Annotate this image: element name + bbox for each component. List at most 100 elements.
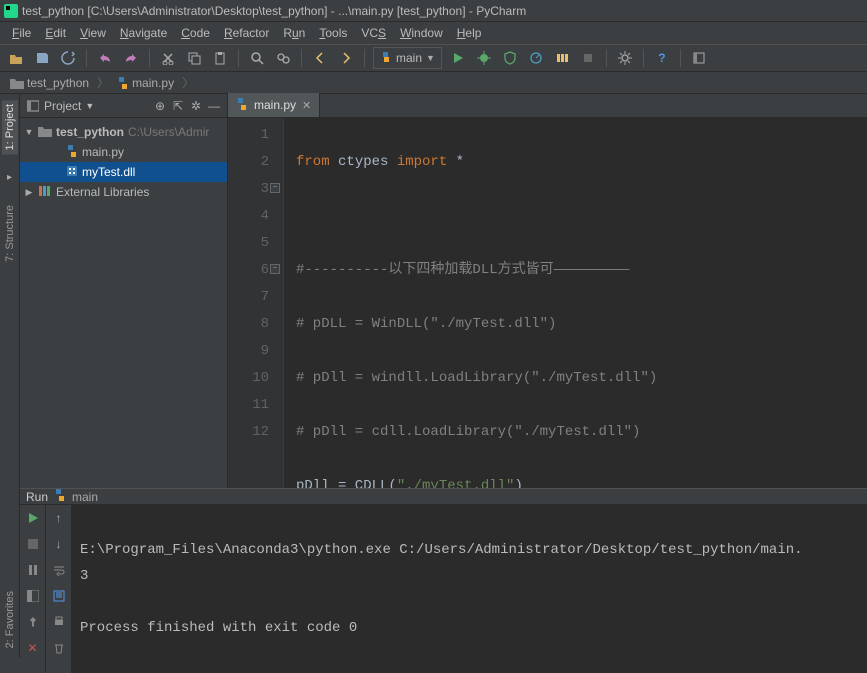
- run-config-name[interactable]: main: [72, 490, 98, 504]
- menu-view[interactable]: View: [74, 24, 112, 42]
- undo-icon[interactable]: [95, 48, 115, 68]
- soft-wrap-icon[interactable]: [50, 561, 68, 579]
- caret-right-icon[interactable]: ▶: [24, 187, 34, 198]
- close-icon[interactable]: ✕: [302, 99, 311, 112]
- toolbar-separator: [606, 49, 607, 67]
- tree-external-libraries[interactable]: ▶ External Libraries: [20, 182, 227, 202]
- toolbar-separator: [149, 49, 150, 67]
- fold-icon[interactable]: −: [270, 183, 280, 193]
- side-tab-favorites[interactable]: 2: Favorites: [2, 587, 18, 652]
- run-output-rail: ↑ ↓: [46, 505, 72, 673]
- chevron-down-icon[interactable]: ▼: [85, 101, 94, 111]
- folder-icon: [10, 77, 24, 89]
- console-line: Process finished with exit code 0: [80, 620, 357, 636]
- print-icon[interactable]: [50, 613, 68, 631]
- sync-icon[interactable]: [58, 48, 78, 68]
- side-tab-structure[interactable]: 7: Structure: [2, 201, 18, 266]
- menu-run[interactable]: Run: [277, 24, 311, 42]
- gutter-line[interactable]: 2: [232, 149, 269, 176]
- run-config-selector[interactable]: main ▼: [373, 47, 442, 69]
- menu-bar: File Edit View Navigate Code Refactor Ru…: [0, 22, 867, 44]
- open-icon[interactable]: [6, 48, 26, 68]
- toolbar-separator: [364, 49, 365, 67]
- editor-tabs: main.py ✕: [228, 94, 867, 118]
- tree-root[interactable]: ▼ test_python C:\Users\Admir: [20, 122, 227, 142]
- gutter-line[interactable]: 11: [232, 392, 269, 419]
- menu-edit[interactable]: Edit: [39, 24, 72, 42]
- menu-help[interactable]: Help: [451, 24, 488, 42]
- gutter-line[interactable]: 9: [232, 338, 269, 365]
- profile-icon[interactable]: [526, 48, 546, 68]
- close-icon[interactable]: ✕: [24, 639, 42, 657]
- up-icon[interactable]: ↑: [50, 509, 68, 527]
- menu-vcs[interactable]: VCS: [355, 24, 392, 42]
- down-icon[interactable]: ↓: [50, 535, 68, 553]
- hide-icon[interactable]: —: [207, 99, 221, 113]
- project-panel-header: Project ▼ ⊕ ⇱ ✲ —: [20, 94, 227, 118]
- gutter-line[interactable]: 3−: [232, 176, 269, 203]
- editor-tab-main[interactable]: main.py ✕: [228, 93, 320, 117]
- breadcrumb-separator: 〉: [182, 74, 194, 91]
- toolbar-separator: [301, 49, 302, 67]
- find-icon[interactable]: [247, 48, 267, 68]
- gutter-line[interactable]: 5: [232, 230, 269, 257]
- menu-refactor[interactable]: Refactor: [218, 24, 275, 42]
- collapse-icon[interactable]: ▸: [7, 172, 12, 183]
- caret-down-icon[interactable]: ▼: [24, 127, 34, 137]
- layout-icon[interactable]: [24, 587, 42, 605]
- fold-icon[interactable]: −: [270, 264, 280, 274]
- scientific-mode-icon[interactable]: [689, 48, 709, 68]
- forward-icon[interactable]: [336, 48, 356, 68]
- menu-code[interactable]: Code: [175, 24, 216, 42]
- toolbar-separator: [680, 49, 681, 67]
- tree-file-dll[interactable]: myTest.dll: [20, 162, 227, 182]
- menu-tools[interactable]: Tools: [313, 24, 353, 42]
- gutter-line[interactable]: 8: [232, 311, 269, 338]
- side-tab-project[interactable]: 1: Project: [2, 100, 18, 154]
- gutter-line[interactable]: 1: [232, 122, 269, 149]
- pause-icon[interactable]: [24, 561, 42, 579]
- rerun-icon[interactable]: [24, 509, 42, 527]
- menu-file[interactable]: File: [6, 24, 37, 42]
- copy-icon[interactable]: [184, 48, 204, 68]
- gutter-line[interactable]: 6−: [232, 257, 269, 284]
- breadcrumb-project[interactable]: test_python: [6, 76, 93, 90]
- toolbar-separator: [238, 49, 239, 67]
- folder-icon: [38, 125, 52, 140]
- gutter-line[interactable]: 12: [232, 419, 269, 446]
- project-view-icon[interactable]: [26, 99, 40, 113]
- run-tab-label[interactable]: Run: [26, 490, 48, 504]
- scroll-to-end-icon[interactable]: [50, 587, 68, 605]
- tree-file-label: myTest.dll: [82, 165, 135, 179]
- breadcrumb-file[interactable]: main.py: [113, 76, 178, 90]
- gear-icon[interactable]: ✲: [189, 99, 203, 113]
- stop-icon[interactable]: [24, 535, 42, 553]
- debug-icon[interactable]: [474, 48, 494, 68]
- stop-icon[interactable]: [578, 48, 598, 68]
- run-icon[interactable]: [448, 48, 468, 68]
- concurrency-icon[interactable]: [552, 48, 572, 68]
- target-icon[interactable]: ⊕: [153, 99, 167, 113]
- left-rail-bottom: 2: Favorites: [0, 587, 20, 652]
- help-icon[interactable]: ?: [652, 48, 672, 68]
- back-icon[interactable]: [310, 48, 330, 68]
- menu-navigate[interactable]: Navigate: [114, 24, 173, 42]
- redo-icon[interactable]: [121, 48, 141, 68]
- paste-icon[interactable]: [210, 48, 230, 68]
- gutter-line[interactable]: 10: [232, 365, 269, 392]
- tree-external-label: External Libraries: [56, 185, 149, 199]
- replace-icon[interactable]: [273, 48, 293, 68]
- cut-icon[interactable]: [158, 48, 178, 68]
- menu-window[interactable]: Window: [394, 24, 449, 42]
- pin-icon[interactable]: [24, 613, 42, 631]
- settings-icon[interactable]: [615, 48, 635, 68]
- tree-file-label: main.py: [82, 145, 124, 159]
- trash-icon[interactable]: [50, 639, 68, 657]
- run-console[interactable]: E:\Program_Files\Anaconda3\python.exe C:…: [72, 505, 867, 673]
- tree-file-main[interactable]: main.py: [20, 142, 227, 162]
- gutter-line[interactable]: 4: [232, 203, 269, 230]
- gutter-line[interactable]: 7: [232, 284, 269, 311]
- coverage-icon[interactable]: [500, 48, 520, 68]
- collapse-all-icon[interactable]: ⇱: [171, 99, 185, 113]
- save-all-icon[interactable]: [32, 48, 52, 68]
